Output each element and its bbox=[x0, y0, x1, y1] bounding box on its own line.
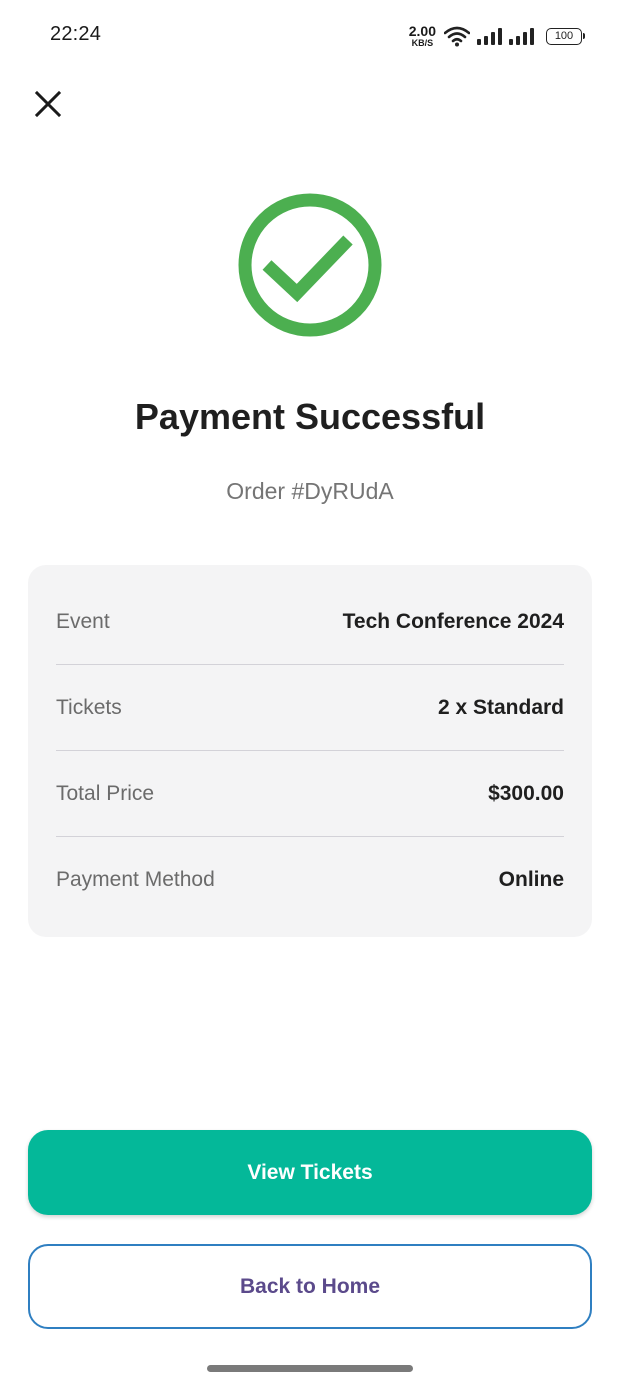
detail-value: 2 x Standard bbox=[437, 695, 564, 719]
wifi-icon bbox=[444, 26, 470, 47]
battery-level: 100 bbox=[554, 30, 574, 42]
detail-label: Event bbox=[56, 609, 110, 633]
detail-row-event: Event Tech Conference 2024 bbox=[56, 565, 564, 665]
order-number: Order #DyRUdA bbox=[226, 478, 394, 504]
detail-label: Tickets bbox=[56, 695, 122, 719]
detail-value: Online bbox=[498, 868, 564, 891]
view-tickets-button[interactable]: View Tickets bbox=[28, 1130, 592, 1215]
status-time: 22:24 bbox=[50, 23, 102, 45]
signal-icon bbox=[477, 28, 502, 45]
detail-value: Tech Conference 2024 bbox=[342, 609, 564, 633]
back-to-home-button[interactable]: Back to Home bbox=[28, 1244, 592, 1329]
close-icon bbox=[34, 90, 62, 118]
network-speed: 2.00 KB/S bbox=[409, 24, 436, 48]
battery-icon: 100 bbox=[546, 27, 585, 45]
home-indicator[interactable] bbox=[207, 1365, 413, 1372]
status-bar: 22:24 2.00 KB/S 100 bbox=[0, 0, 620, 70]
detail-row-total-price: Total Price $300.00 bbox=[56, 751, 564, 837]
detail-row-payment-method: Payment Method Online bbox=[56, 837, 564, 923]
detail-row-tickets: Tickets 2 x Standard bbox=[56, 665, 564, 751]
back-to-home-label: Back to Home bbox=[239, 1274, 381, 1298]
close-button[interactable] bbox=[28, 84, 68, 124]
order-details-card: Event Tech Conference 2024 Tickets 2 x S… bbox=[28, 565, 592, 937]
detail-value: $300.00 bbox=[488, 781, 564, 805]
detail-label: Total Price bbox=[56, 781, 155, 805]
view-tickets-label: View Tickets bbox=[247, 1160, 373, 1184]
detail-label: Payment Method bbox=[56, 868, 215, 891]
status-icons: 2.00 KB/S 100 bbox=[409, 22, 585, 50]
page-title: Payment Successful bbox=[134, 396, 486, 437]
signal-icon bbox=[509, 28, 534, 45]
network-speed-unit: KB/S bbox=[411, 38, 434, 48]
network-speed-value: 2.00 bbox=[408, 23, 436, 39]
check-circle-icon bbox=[238, 193, 382, 337]
